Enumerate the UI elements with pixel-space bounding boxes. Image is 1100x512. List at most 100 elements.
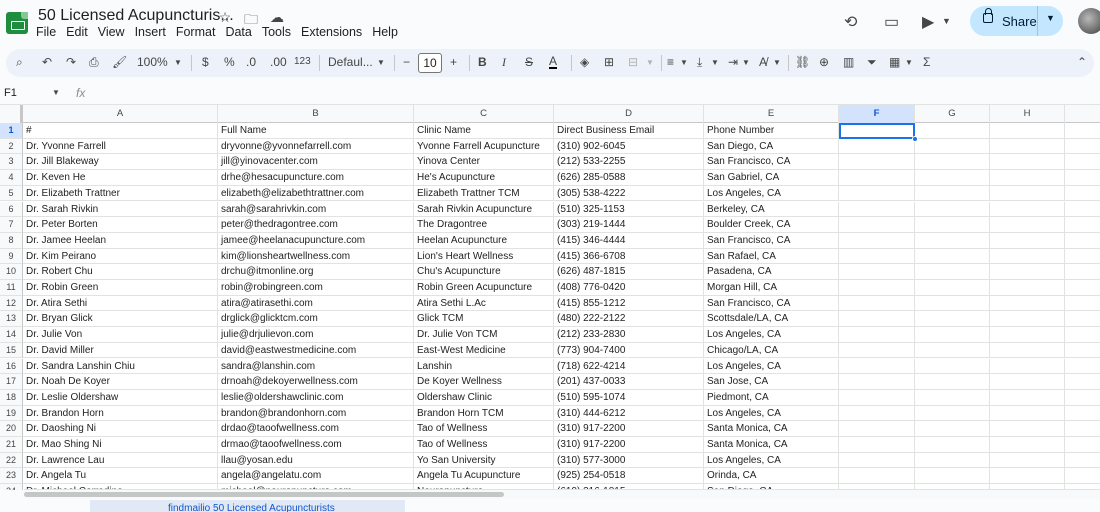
print-icon[interactable]: ⎙ <box>89 55 99 70</box>
grid-cell[interactable] <box>915 185 990 202</box>
grid-cell[interactable]: Oldershaw Clinic <box>414 389 554 406</box>
grid-cell[interactable]: He's Acupuncture <box>414 170 554 186</box>
column-header-g[interactable]: G <box>915 105 990 123</box>
row-header[interactable]: 2 <box>0 138 23 155</box>
grid-cell[interactable]: drdao@taoofwellness.com <box>218 421 414 437</box>
grid-cell[interactable]: Dr. Julie Von TCM <box>414 327 554 343</box>
grid-cell[interactable] <box>1065 311 1100 328</box>
grid-cell[interactable]: drglick@glicktcm.com <box>218 311 414 328</box>
grid-cell[interactable]: Dr. Yvonne Farrell <box>23 138 218 155</box>
grid-cell[interactable]: Dr. Lawrence Lau <box>23 452 218 469</box>
grid-cell[interactable] <box>915 358 990 375</box>
filter-views-dropdown-icon[interactable]: ▼ <box>905 58 913 67</box>
grid-cell[interactable] <box>915 217 990 233</box>
row-header[interactable]: 4 <box>0 170 23 186</box>
grid-cell[interactable] <box>990 201 1065 218</box>
column-header-a[interactable]: A <box>23 105 218 123</box>
grid-cell[interactable]: drhe@hesacupuncture.com <box>218 170 414 186</box>
grid-cell[interactable] <box>990 452 1065 469</box>
grid-cell[interactable]: Robin Green Acupuncture <box>414 280 554 296</box>
grid-cell[interactable]: (310) 917-2200 <box>554 437 704 453</box>
meet-dropdown-icon[interactable]: ▼ <box>942 16 951 26</box>
increase-font-size-button[interactable]: + <box>450 55 457 69</box>
grid-cell[interactable] <box>990 170 1065 186</box>
grid-cell[interactable] <box>915 437 990 453</box>
grid-cell[interactable]: De Koyer Wellness <box>414 374 554 390</box>
row-header[interactable]: 6 <box>0 201 23 218</box>
grid-cell[interactable]: Glick TCM <box>414 311 554 328</box>
grid-cell[interactable]: (310) 917-2200 <box>554 421 704 437</box>
grid-cell[interactable]: San Gabriel, CA <box>704 170 839 186</box>
column-header-b[interactable]: B <box>218 105 414 123</box>
grid-cell[interactable]: Santa Monica, CA <box>704 437 839 453</box>
select-all-corner[interactable] <box>0 105 23 123</box>
grid-cell[interactable]: jill@yinovacenter.com <box>218 154 414 171</box>
grid-cell[interactable] <box>915 138 990 155</box>
merge-dropdown-icon[interactable]: ▼ <box>646 58 654 67</box>
grid-cell[interactable]: drnoah@dekoyerwellness.com <box>218 374 414 390</box>
meet-icon[interactable]: ▶ <box>922 12 934 32</box>
grid-cell[interactable]: Dr. Robin Green <box>23 280 218 296</box>
grid-cell[interactable] <box>1065 139 1100 155</box>
grid-cell[interactable] <box>1065 327 1100 343</box>
grid-cell[interactable]: (510) 325-1153 <box>554 201 704 218</box>
grid-cell[interactable]: San Francisco, CA <box>704 295 839 312</box>
grid-cell[interactable]: Dr. Mao Shing Ni <box>23 437 218 453</box>
grid-cell[interactable]: jamee@heelanacupuncture.com <box>218 232 414 249</box>
borders-icon[interactable]: ⊞ <box>604 55 614 69</box>
grid-cell[interactable]: Brandon Horn TCM <box>414 405 554 422</box>
grid-cell[interactable]: Dr. David Miller <box>23 342 218 359</box>
grid-cell[interactable] <box>915 264 990 280</box>
grid-cell[interactable]: kim@lionsheartwellness.com <box>218 248 414 265</box>
grid-cell[interactable]: Dr. Bryan Glick <box>23 311 218 328</box>
share-button[interactable]: Share ▼ <box>970 6 1063 36</box>
grid-cell[interactable]: # <box>23 123 218 139</box>
grid-cell[interactable] <box>839 280 915 296</box>
insert-comment-icon[interactable]: ⊕ <box>819 55 829 69</box>
grid-cell[interactable] <box>839 342 915 359</box>
zoom-select[interactable]: 100% <box>137 55 168 69</box>
name-box-dropdown-icon[interactable]: ▼ <box>52 88 60 97</box>
selected-cell-outline[interactable] <box>839 123 915 139</box>
row-header[interactable]: 14 <box>0 327 23 343</box>
grid-cell[interactable] <box>990 185 1065 202</box>
grid-cell[interactable]: Dr. Jamee Heelan <box>23 232 218 249</box>
decrease-decimal-button[interactable]: .0 <box>246 55 256 69</box>
grid-cell[interactable]: Lion's Heart Wellness <box>414 248 554 265</box>
grid-cell[interactable]: leslie@oldershawclinic.com <box>218 389 414 406</box>
percent-format-button[interactable]: % <box>224 55 235 69</box>
grid-cell[interactable] <box>915 201 990 218</box>
wrap-dropdown-icon[interactable]: ▼ <box>742 58 750 67</box>
row-header[interactable]: 3 <box>0 154 23 171</box>
sheets-logo-icon[interactable] <box>6 12 28 34</box>
grid-cell[interactable] <box>1065 154 1100 171</box>
grid-cell[interactable] <box>839 405 915 422</box>
row-header[interactable]: 23 <box>0 468 23 485</box>
grid-cell[interactable]: (305) 538-4222 <box>554 185 704 202</box>
row-header[interactable]: 7 <box>0 217 23 233</box>
grid-cell[interactable]: (415) 366-6708 <box>554 248 704 265</box>
grid-cell[interactable] <box>1065 202 1100 218</box>
grid-cell[interactable]: drmao@taoofwellness.com <box>218 437 414 453</box>
grid-cell[interactable]: brandon@brandonhorn.com <box>218 405 414 422</box>
grid-cell[interactable]: Chu's Acupuncture <box>414 264 554 280</box>
grid-cell[interactable] <box>839 374 915 390</box>
insert-chart-icon[interactable]: ▥ <box>843 55 854 69</box>
collapse-toolbar-icon[interactable]: ⌃ <box>1077 55 1087 69</box>
grid-cell[interactable]: Boulder Creek, CA <box>704 217 839 233</box>
grid-cell[interactable]: david@eastwestmedicine.com <box>218 342 414 359</box>
grid-cell[interactable]: Dr. Daoshing Ni <box>23 421 218 437</box>
grid-cell[interactable] <box>1065 390 1100 406</box>
grid-cell[interactable]: Dr. Sandra Lanshin Chiu <box>23 358 218 375</box>
filter-icon[interactable]: ⏷ <box>867 55 877 70</box>
grid-cell[interactable] <box>915 468 990 485</box>
search-menus-icon[interactable]: ⌕ <box>16 55 23 70</box>
redo-icon[interactable]: ↷ <box>66 55 76 69</box>
grid-cell[interactable]: Clinic Name <box>414 123 554 139</box>
grid-cell[interactable]: Yo San University <box>414 452 554 469</box>
grid-cell[interactable] <box>990 311 1065 328</box>
grid-cell[interactable] <box>1065 280 1100 296</box>
grid-cell[interactable]: Dr. Angela Tu <box>23 468 218 485</box>
grid-cell[interactable]: Dr. Peter Borten <box>23 217 218 233</box>
grid-cell[interactable]: San Diego, CA <box>704 138 839 155</box>
